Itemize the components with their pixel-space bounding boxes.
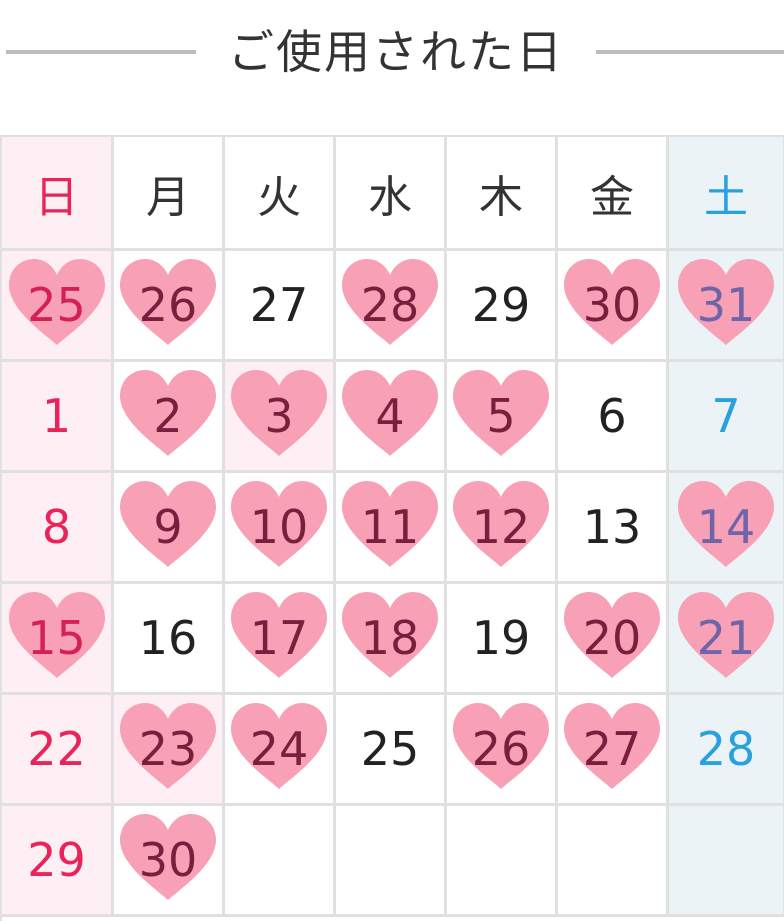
day-cell: 30 [558, 251, 669, 362]
day-number: 28 [360, 278, 420, 332]
day-number: 4 [375, 389, 405, 443]
day-number: 11 [360, 500, 420, 554]
day-cell: 3 [225, 362, 336, 473]
weekday-header-cell: 火 [225, 137, 336, 251]
day-number: 1 [41, 389, 72, 443]
day-cell: 17 [225, 584, 336, 695]
day-cell: 13 [558, 473, 669, 584]
day-number: 26 [138, 278, 198, 332]
weekday-label: 金 [590, 171, 634, 223]
weekday-header-cell: 木 [447, 137, 558, 251]
weekday-label: 土 [704, 171, 748, 223]
header-rule-right [596, 50, 784, 54]
day-cell: 19 [447, 584, 558, 695]
day-cell: 27 [225, 251, 336, 362]
day-number: 23 [138, 722, 198, 776]
day-cell: 16 [114, 584, 225, 695]
usage-calendar: 日月火水木金土 25 26 27 28 29 30 31 1 2 3 4 5 6 7 8 9 10 11 12 13 14… [0, 135, 784, 921]
day-number: 29 [27, 833, 86, 887]
weekday-header-cell: 月 [114, 137, 225, 251]
weekday-label: 水 [368, 171, 412, 223]
day-number: 24 [249, 722, 309, 776]
day-cell: 25 [2, 251, 114, 362]
empty-day-cell [447, 806, 558, 917]
weekday-header-cell: 金 [558, 137, 669, 251]
weekday-label: 木 [479, 171, 523, 223]
day-number: 14 [696, 500, 756, 554]
day-number: 30 [582, 278, 642, 332]
day-number: 17 [249, 611, 309, 665]
day-number: 29 [471, 278, 531, 332]
day-cell: 30 [114, 806, 225, 917]
day-number: 3 [264, 389, 294, 443]
day-cell: 8 [2, 473, 114, 584]
day-cell: 29 [2, 806, 114, 917]
day-number: 22 [27, 722, 86, 776]
day-cell: 26 [447, 695, 558, 806]
day-cell: 5 [447, 362, 558, 473]
empty-day-cell [336, 806, 447, 917]
day-number: 20 [582, 611, 642, 665]
day-number: 6 [597, 389, 627, 443]
day-number: 27 [582, 722, 642, 776]
day-number: 7 [711, 389, 741, 443]
empty-day-cell [669, 806, 784, 917]
day-number: 15 [27, 611, 86, 665]
weekday-label: 月 [146, 171, 190, 223]
day-cell: 9 [114, 473, 225, 584]
day-cell: 14 [669, 473, 784, 584]
day-cell: 18 [336, 584, 447, 695]
day-cell: 15 [2, 584, 114, 695]
day-cell: 12 [447, 473, 558, 584]
page-title: ご使用された日 [228, 25, 564, 79]
day-cell: 4 [336, 362, 447, 473]
day-cell: 10 [225, 473, 336, 584]
section-header: ご使用された日 [0, 0, 784, 110]
day-number: 12 [471, 500, 531, 554]
header-rule-left [6, 50, 196, 54]
day-cell: 22 [2, 695, 114, 806]
empty-day-cell [225, 806, 336, 917]
day-cell: 21 [669, 584, 784, 695]
day-number: 2 [153, 389, 183, 443]
day-number: 25 [27, 278, 86, 332]
day-number: 21 [696, 611, 756, 665]
day-cell: 1 [2, 362, 114, 473]
day-cell: 6 [558, 362, 669, 473]
day-number: 5 [486, 389, 516, 443]
day-number: 8 [41, 500, 72, 554]
day-number: 31 [696, 278, 756, 332]
weekday-label: 日 [34, 171, 79, 223]
day-cell: 2 [114, 362, 225, 473]
day-number: 30 [138, 833, 198, 887]
day-cell: 29 [447, 251, 558, 362]
day-cell: 7 [669, 362, 784, 473]
day-number: 19 [471, 611, 531, 665]
day-number: 16 [138, 611, 198, 665]
day-cell: 28 [669, 695, 784, 806]
day-cell: 27 [558, 695, 669, 806]
day-cell: 26 [114, 251, 225, 362]
day-cell: 23 [114, 695, 225, 806]
day-number: 25 [360, 722, 420, 776]
day-cell: 24 [225, 695, 336, 806]
day-cell: 31 [669, 251, 784, 362]
day-number: 26 [471, 722, 531, 776]
day-number: 13 [582, 500, 642, 554]
day-number: 9 [153, 500, 183, 554]
day-cell: 25 [336, 695, 447, 806]
day-cell: 20 [558, 584, 669, 695]
day-cell: 28 [336, 251, 447, 362]
weekday-label: 火 [257, 171, 301, 223]
empty-day-cell [558, 806, 669, 917]
day-cell: 11 [336, 473, 447, 584]
day-number: 10 [249, 500, 309, 554]
day-number: 27 [249, 278, 309, 332]
day-number: 28 [696, 722, 756, 776]
weekday-header-cell: 水 [336, 137, 447, 251]
weekday-header-cell: 日 [2, 137, 114, 251]
day-number: 18 [360, 611, 420, 665]
weekday-header-cell: 土 [669, 137, 784, 251]
